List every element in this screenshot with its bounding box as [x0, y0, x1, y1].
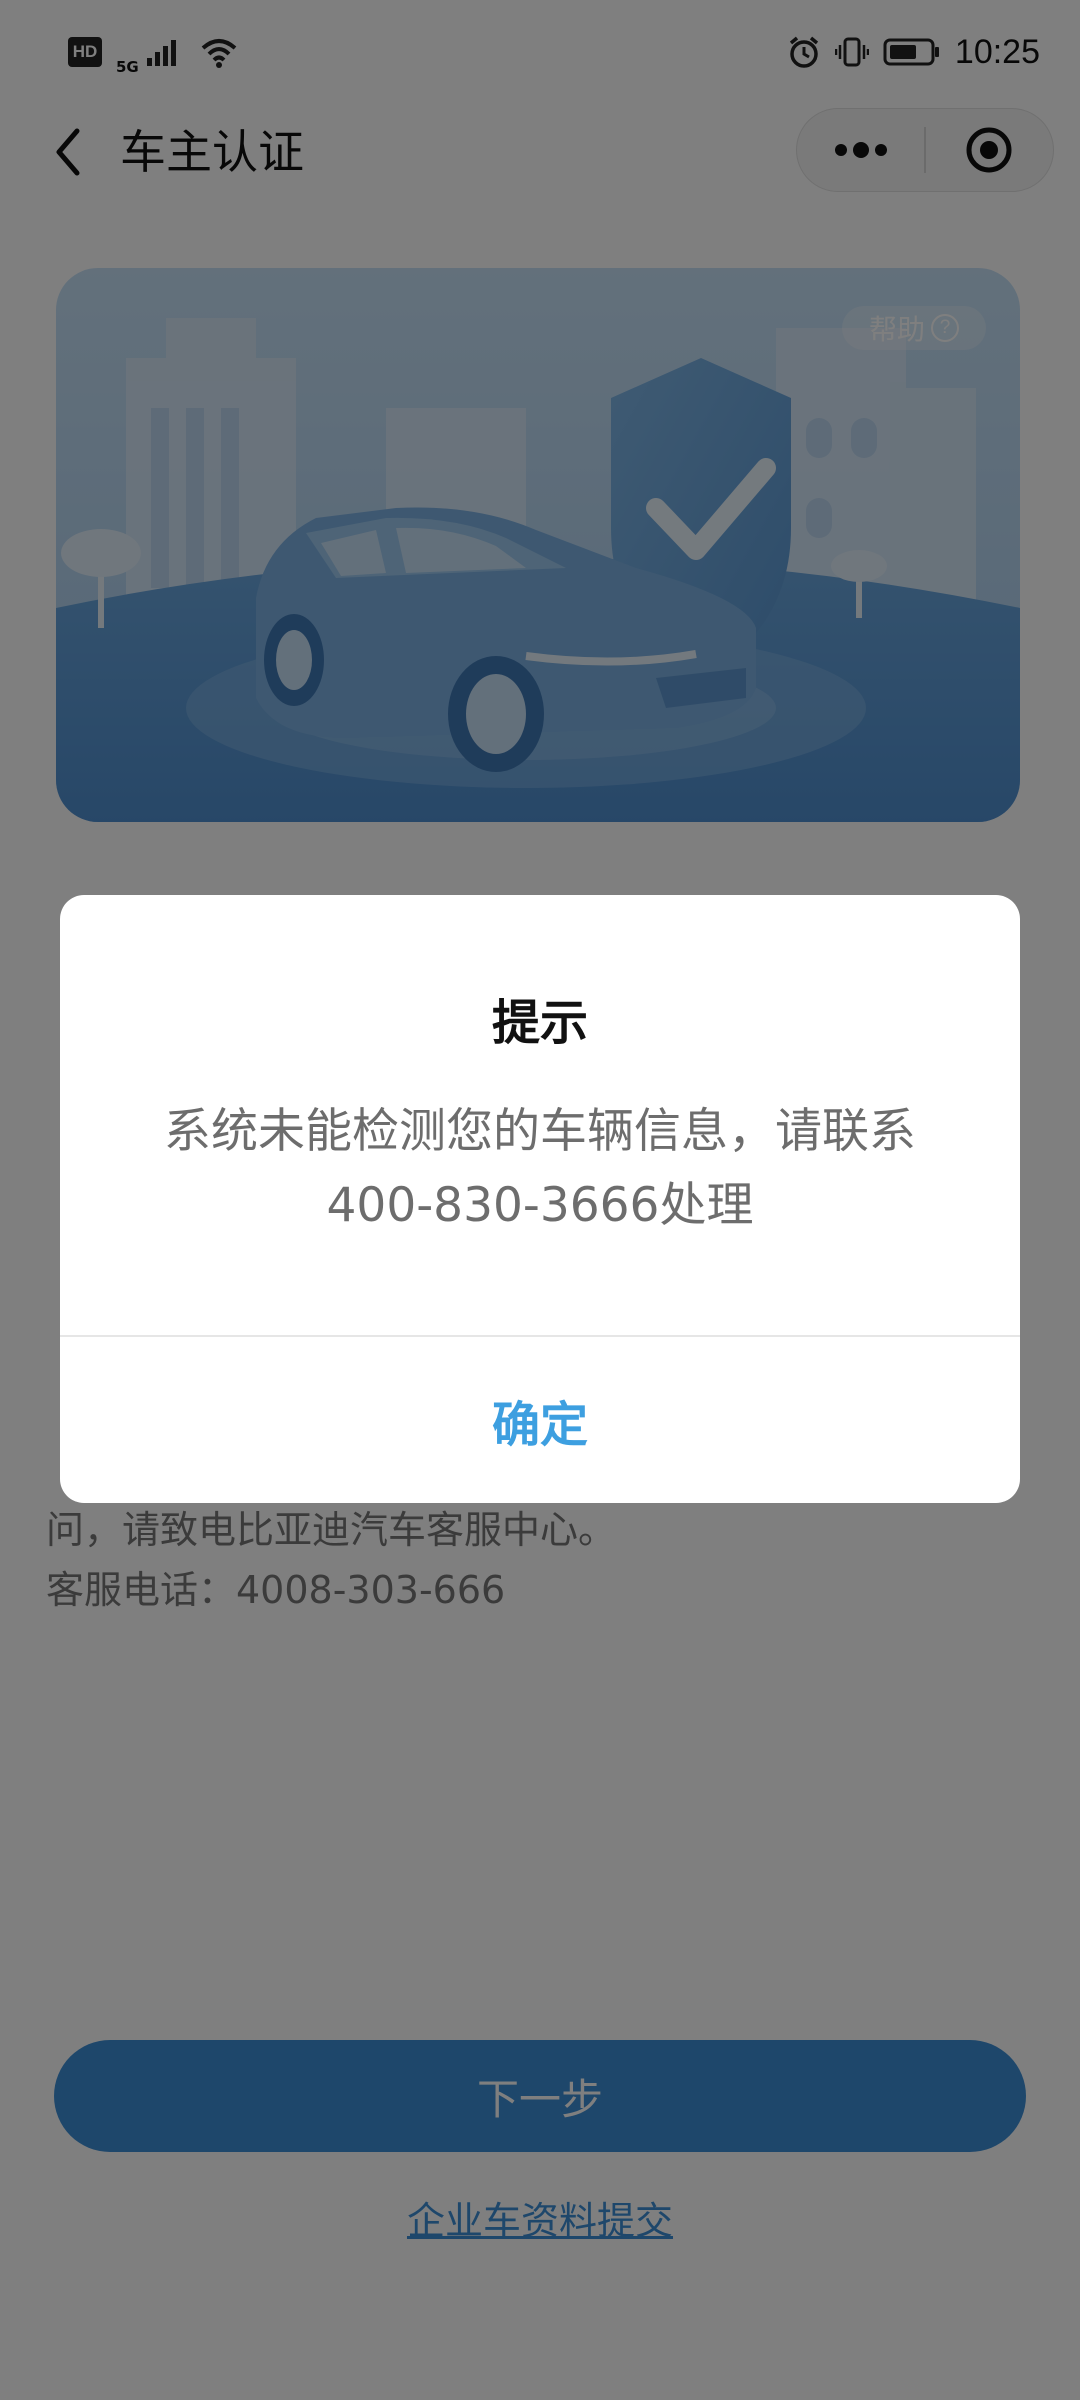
alert-dialog: 提示 系统未能检测您的车辆信息，请联系400-830-3666处理 确定	[60, 895, 1020, 1503]
dialog-message: 系统未能检测您的车辆信息，请联系400-830-3666处理	[164, 1104, 916, 1233]
dialog-title: 提示	[491, 995, 588, 1051]
confirm-button[interactable]: 确定	[60, 1337, 1020, 1503]
